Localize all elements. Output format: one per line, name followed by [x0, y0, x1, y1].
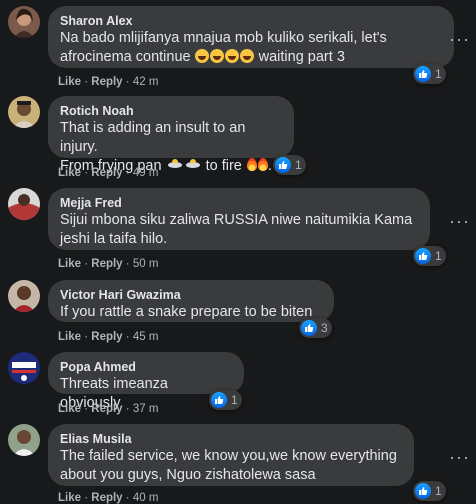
like-action[interactable]: Like	[58, 76, 81, 88]
reply-action[interactable]: Reply	[91, 492, 122, 504]
like-action[interactable]: Like	[58, 258, 81, 270]
laughing-emoji-icon	[194, 49, 255, 65]
like-thumb-icon	[301, 320, 317, 336]
reaction-count[interactable]: 1	[273, 155, 306, 175]
comment-author[interactable]: Popa Ahmed	[60, 359, 232, 375]
comment-author[interactable]: Elias Musila	[60, 431, 402, 447]
comment-time[interactable]: 40 m	[133, 492, 159, 504]
flying-saucer-icon	[166, 158, 202, 174]
avatar[interactable]	[8, 188, 40, 220]
more-dots-icon[interactable]: ···	[449, 30, 470, 48]
reply-action[interactable]: Reply	[91, 167, 122, 179]
like-thumb-icon	[275, 157, 291, 173]
avatar[interactable]	[8, 96, 40, 128]
comment-text: Na bado mlijifanya mnajua mob kuliko ser…	[60, 30, 387, 46]
like-action[interactable]: Like	[58, 331, 81, 343]
reaction-count[interactable]: 1	[413, 246, 446, 266]
comment-bubble: Victor Hari Gwazima If you rattle a snak…	[48, 280, 334, 322]
avatar[interactable]	[8, 424, 40, 456]
like-action[interactable]: Like	[58, 403, 81, 415]
like-action[interactable]: Like	[58, 167, 81, 179]
comment-time[interactable]: 45 m	[133, 331, 159, 343]
reply-action[interactable]: Reply	[91, 403, 122, 415]
comment-bubble: Elias Musila The failed service, we know…	[48, 424, 414, 486]
avatar[interactable]	[8, 352, 40, 384]
comment-bubble: Sharon Alex Na bado mlijifanya mnajua mo…	[48, 6, 454, 68]
fire-icon	[246, 158, 268, 174]
comment-bubble: Popa Ahmed Threats imeanza obviously	[48, 352, 244, 411]
comment-text: If you rattle a snake prepare to be bite…	[60, 304, 313, 320]
reply-action[interactable]: Reply	[91, 331, 122, 343]
like-thumb-icon	[415, 483, 431, 499]
like-thumb-icon	[415, 66, 431, 82]
comment-text: about you guys, Nguo zishatolewa sasa	[60, 467, 316, 483]
reaction-count[interactable]: 1	[413, 481, 446, 501]
comment-text: Sijui mbona siku zaliwa RUSSIA niwe nait…	[60, 212, 413, 228]
like-thumb-icon	[211, 392, 227, 408]
comment-time[interactable]: 42 m	[133, 76, 159, 88]
avatar[interactable]	[8, 6, 40, 38]
comment-author[interactable]: Rotich Noah	[60, 103, 282, 119]
comment-meta: Like · Reply · 45 m	[58, 331, 159, 343]
reply-action[interactable]: Reply	[91, 76, 122, 88]
comment-time[interactable]: 50 m	[133, 258, 159, 270]
comment-author[interactable]: Victor Hari Gwazima	[60, 287, 322, 303]
reply-action[interactable]: Reply	[91, 258, 122, 270]
comment-meta: Like · Reply · 50 m	[58, 258, 159, 270]
like-thumb-icon	[415, 248, 431, 264]
comment-author[interactable]: Mejja Fred	[60, 195, 418, 211]
like-action[interactable]: Like	[58, 492, 81, 504]
comment-time[interactable]: 49 m	[133, 167, 159, 179]
comment-text: The failed service, we know you,we know …	[60, 448, 397, 464]
comment-text: That is adding an insult to an injury.	[60, 120, 246, 155]
comment-time[interactable]: 37 m	[133, 403, 159, 415]
reaction-count[interactable]: 1	[413, 64, 446, 84]
comment-meta: Like · Reply · 37 m	[58, 403, 159, 415]
comment-text: afrocinema continue waiting part 3	[60, 49, 345, 65]
comment-meta: Like · Reply · 49 m	[58, 167, 159, 179]
comment-bubble: Rotich Noah That is adding an insult to …	[48, 96, 294, 174]
comment-author[interactable]: Sharon Alex	[60, 13, 442, 29]
comment-meta: Like · Reply · 42 m	[58, 76, 159, 88]
comment-bubble: Mejja Fred Sijui mbona siku zaliwa RUSSI…	[48, 188, 430, 250]
more-dots-icon[interactable]: ···	[449, 448, 470, 466]
more-dots-icon[interactable]: ···	[449, 212, 470, 230]
reaction-count[interactable]: 3	[299, 318, 332, 338]
comment-text: jeshi la taifa hilo.	[60, 231, 168, 247]
avatar[interactable]	[8, 280, 40, 312]
comment-meta: Like · Reply · 40 m	[58, 492, 159, 504]
reaction-count[interactable]: 1	[209, 390, 242, 410]
